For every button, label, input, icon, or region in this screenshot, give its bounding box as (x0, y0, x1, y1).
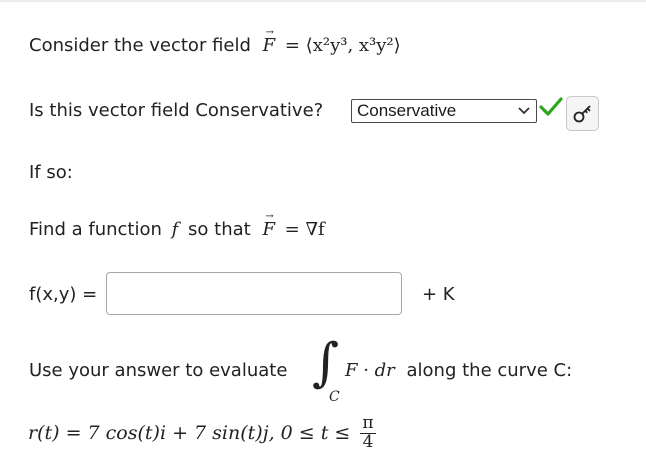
conservative-select[interactable]: Conservative (351, 99, 537, 123)
constant-label: + K (422, 284, 455, 305)
evaluate-integrand-line: F · dr along the curve C: (345, 360, 572, 381)
field-symbol-2: F (262, 219, 275, 240)
key-button[interactable] (566, 96, 599, 131)
evaluate-text: Use your answer to evaluate (29, 360, 288, 381)
integral-subscript: C (329, 389, 340, 405)
find-function-statement: Find a function f so that F = ∇f (29, 219, 325, 240)
find-text-mid: so that (188, 219, 251, 240)
function-symbol: f (171, 219, 179, 240)
along-text: along the curve C: (406, 360, 573, 381)
line-integral: ∫ C (310, 337, 344, 407)
vector-field-statement: Consider the vector field F = ⟨x²y³, x³y… (29, 35, 401, 56)
if-so-label: If so: (29, 162, 73, 183)
field-definition: = ⟨x²y³, x³y²⟩ (284, 35, 401, 56)
upper-limit-denominator: 4 (362, 431, 374, 452)
field-symbol: F (263, 35, 276, 56)
checkmark-icon (539, 97, 563, 116)
curve-equation: r(t) = 7 cos(t)i + 7 sin(t)j, 0 ≤ t ≤ (28, 421, 351, 444)
integral-sign: ∫ (312, 333, 340, 393)
integrand: F · dr (345, 360, 395, 381)
conservative-prompt: Is this vector field Conservative? (29, 100, 324, 121)
key-icon (573, 105, 591, 123)
gradient-equation: = ∇f (284, 219, 325, 240)
top-divider (0, 0, 646, 2)
intro-text: Consider the vector field (29, 35, 251, 56)
function-input[interactable] (106, 272, 402, 315)
upper-limit: π 4 (360, 414, 376, 452)
curve-parametrization: r(t) = 7 cos(t)i + 7 sin(t)j, 0 ≤ t ≤ π … (28, 414, 376, 452)
function-label: f(x,y) = (29, 284, 98, 305)
find-text-pre: Find a function (29, 219, 162, 240)
chevron-down-icon (518, 107, 530, 115)
conservative-select-value: Conservative (357, 101, 457, 120)
